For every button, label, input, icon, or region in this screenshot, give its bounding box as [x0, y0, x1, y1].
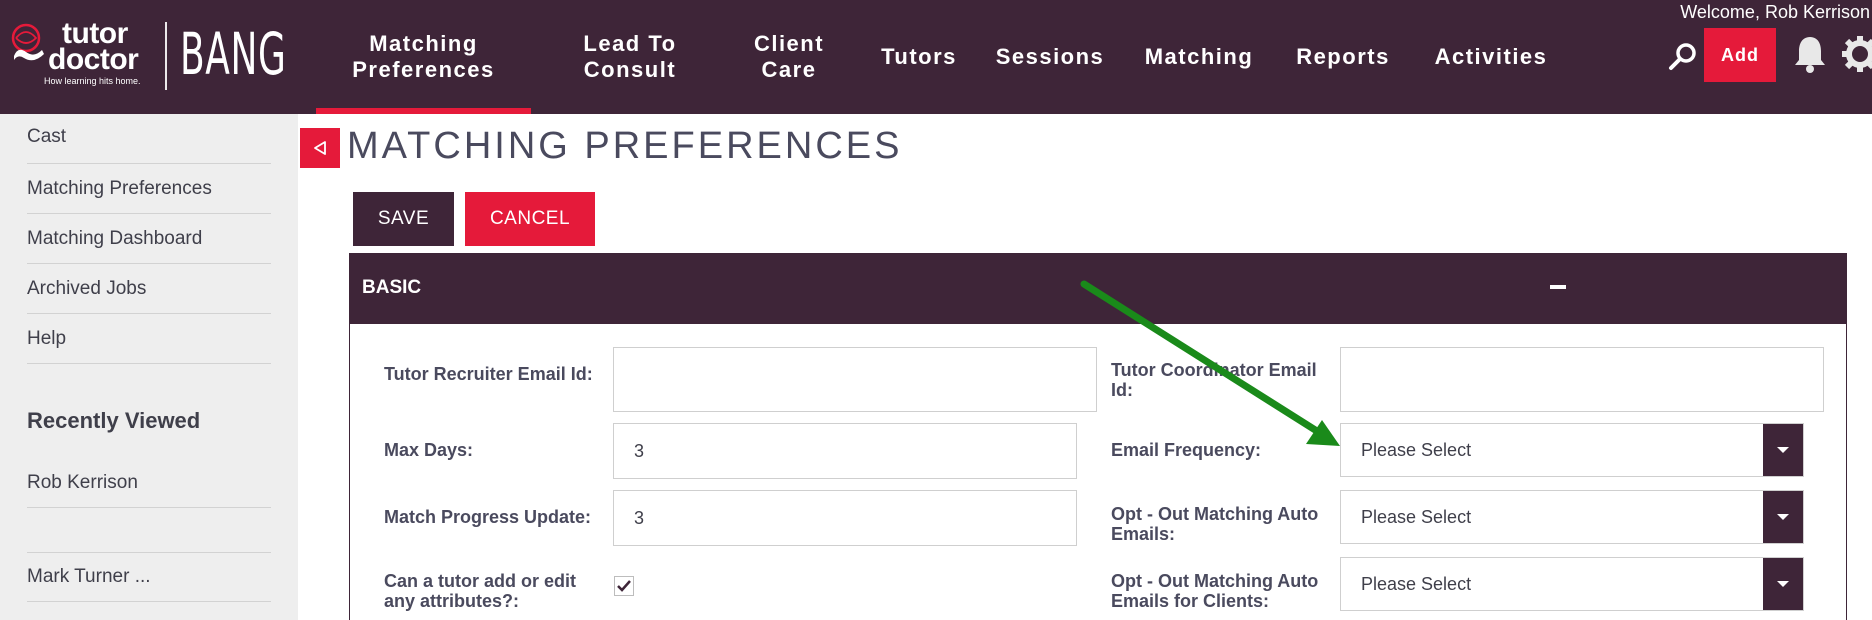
sidebar: Cast Matching Preferences Matching Dashb…	[0, 114, 298, 620]
save-button[interactable]: SAVE	[353, 192, 454, 246]
recently-viewed-heading: Recently Viewed	[27, 408, 201, 433]
opt-out-auto-emails-clients-select[interactable]: Please Select	[1340, 557, 1804, 611]
sidebar-item-help[interactable]: Help	[27, 314, 271, 364]
email-frequency-label: Email Frequency:	[1111, 440, 1262, 460]
email-frequency-select[interactable]: Please Select	[1340, 423, 1804, 477]
chevron-down-icon	[1763, 424, 1803, 476]
welcome-text: Welcome, Rob Kerrison	[1680, 2, 1870, 22]
logo-tagline: How learning hits home.	[44, 76, 141, 86]
product-name: BANG	[180, 20, 287, 88]
app-root: tutor doctor How learning hits home. BAN…	[0, 0, 1872, 620]
tutor-recruiter-email-label: Tutor Recruiter Email Id:	[384, 364, 593, 384]
max-days-label: Max Days:	[384, 440, 474, 460]
sidebar-item-archived-jobs[interactable]: Archived Jobs	[27, 264, 271, 314]
nav-tutors[interactable]: Tutors	[872, 0, 966, 114]
gear-icon	[1842, 36, 1872, 72]
email-frequency-value: Please Select	[1361, 440, 1472, 460]
basic-panel-header[interactable]: BASIC	[350, 254, 1846, 324]
opt-out-auto-emails-select[interactable]: Please Select	[1340, 490, 1804, 544]
tutor-coordinator-email-input[interactable]	[1340, 347, 1824, 412]
page-title: MATCHING PREFERENCES	[347, 125, 903, 167]
logo-divider	[165, 22, 167, 90]
search-button[interactable]	[1666, 40, 1700, 74]
minus-icon	[1550, 285, 1566, 289]
recent-item[interactable]: Mark Turner ...	[27, 552, 271, 602]
tutor-coordinator-email-label: Tutor Coordinator Email Id:	[1111, 360, 1317, 400]
tutor-recruiter-email-input[interactable]	[613, 347, 1097, 412]
nav-client-care[interactable]: Client Care	[734, 0, 844, 114]
nav-matching[interactable]: Matching	[1134, 0, 1264, 114]
tutor-doctor-logo[interactable]: tutor doctor How learning hits home.	[8, 18, 158, 88]
settings-button[interactable]	[1840, 34, 1872, 74]
opt-out-auto-emails-clients-label: Opt - Out Matching Auto Emails for Clien…	[1111, 571, 1319, 611]
match-progress-update-label: Match Progress Update:	[384, 507, 592, 527]
sidebar-item-matching-preferences[interactable]: Matching Preferences	[27, 164, 271, 214]
match-progress-update-input[interactable]	[613, 490, 1077, 546]
chevron-down-icon	[1763, 491, 1803, 543]
sidebar-item-cast[interactable]: Cast	[27, 114, 271, 164]
notifications-button[interactable]	[1792, 34, 1828, 74]
tutor-edit-attributes-checkbox[interactable]	[614, 576, 634, 596]
sidebar-item-matching-dashboard[interactable]: Matching Dashboard	[27, 214, 271, 264]
chevron-down-icon	[1763, 558, 1803, 610]
logo-word-doctor: doctor	[48, 43, 139, 76]
nav-sessions[interactable]: Sessions	[994, 0, 1106, 114]
nav-lead-to-consult[interactable]: Lead To Consult	[560, 0, 700, 114]
collapse-panel-button[interactable]	[1546, 274, 1570, 300]
add-button[interactable]: Add	[1704, 28, 1776, 82]
max-days-input[interactable]	[613, 423, 1077, 479]
nav-matching-preferences[interactable]: Matching Preferences	[316, 0, 531, 114]
recent-item[interactable]: Rob Kerrison	[27, 458, 271, 508]
triangle-left-icon	[314, 141, 326, 155]
collapse-sidebar-button[interactable]	[300, 128, 340, 168]
nav-activities[interactable]: Activities	[1426, 0, 1556, 114]
checkmark-icon	[617, 580, 631, 592]
cancel-button[interactable]: CANCEL	[465, 192, 595, 246]
tutor-edit-attributes-label: Can a tutor add or edit any attributes?:	[384, 571, 577, 611]
nav-reports[interactable]: Reports	[1290, 0, 1396, 114]
opt-out-auto-emails-value: Please Select	[1361, 507, 1472, 527]
opt-out-auto-emails-label: Opt - Out Matching Auto Emails:	[1111, 504, 1319, 544]
basic-panel-title: BASIC	[362, 277, 422, 298]
top-navbar: tutor doctor How learning hits home. BAN…	[0, 0, 1872, 114]
search-icon	[1669, 43, 1696, 70]
bell-icon	[1795, 37, 1825, 73]
opt-out-auto-emails-clients-value: Please Select	[1361, 574, 1472, 594]
